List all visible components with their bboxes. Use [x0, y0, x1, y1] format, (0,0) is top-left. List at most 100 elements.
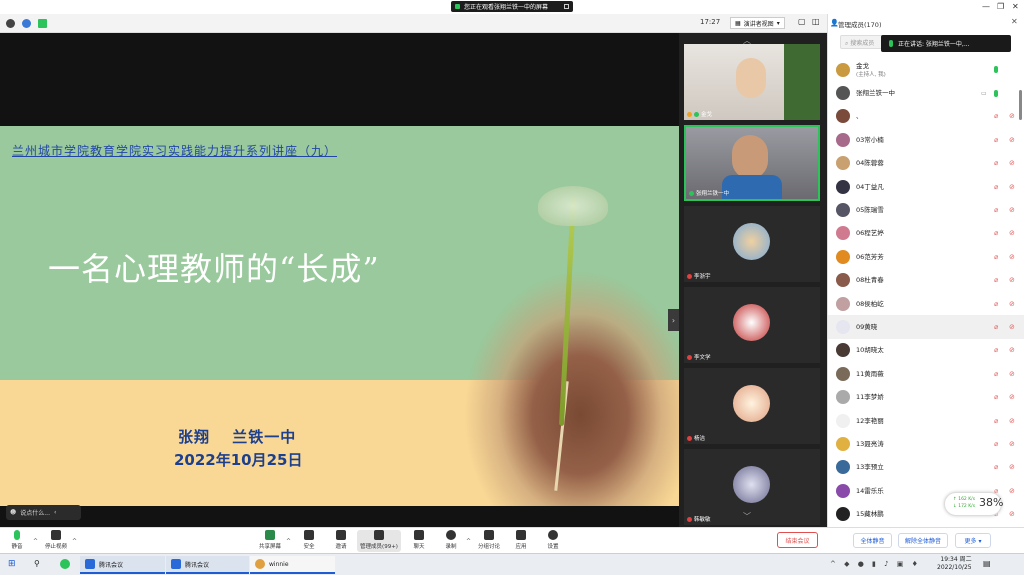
chat-quick-input[interactable]: ☻ 说点什么... ‹	[6, 505, 81, 520]
camera-off-icon[interactable]: ⊘	[1009, 370, 1015, 378]
unmute-all-button[interactable]: 解除全体静音	[898, 533, 948, 548]
system-clock[interactable]: 19:34 周二 2022/10/25	[937, 556, 972, 572]
breakout-button[interactable]: 分组讨论	[472, 530, 506, 550]
mic-off-icon[interactable]: ⌀	[994, 112, 998, 120]
chevron-up-icon[interactable]: ^	[72, 538, 77, 545]
mute-all-button[interactable]: 全体静音	[853, 533, 892, 548]
member-row[interactable]: 05陈瑞雪 ⌀ ⊘	[828, 198, 1024, 221]
stop-video-button[interactable]: 停止视频	[39, 530, 73, 550]
mic-off-icon[interactable]: ⌀	[994, 136, 998, 144]
camera-off-icon[interactable]: ⊘	[1009, 346, 1015, 354]
camera-off-icon[interactable]: ⊘	[1009, 393, 1015, 401]
camera-off-icon[interactable]: ⊘	[1009, 159, 1015, 167]
member-row[interactable]: 06范芳芳 ⌀ ⊘	[828, 245, 1024, 268]
camera-off-icon[interactable]: ⊘	[1009, 463, 1015, 471]
mic-off-icon[interactable]: ⌀	[994, 417, 998, 425]
apps-button[interactable]: 应用	[504, 530, 538, 550]
close-button[interactable]: ✕	[1012, 2, 1019, 11]
camera-off-icon[interactable]: ⊘	[1009, 323, 1015, 331]
scroll-down-icon[interactable]: ﹀	[743, 511, 751, 522]
taskbar-item[interactable]: winnie	[250, 556, 335, 574]
security-button[interactable]: 安全	[292, 530, 326, 550]
member-row[interactable]: 11黄雨薇 ⌀ ⊘	[828, 362, 1024, 385]
member-row[interactable]: 13李预立 ⌀ ⊘	[828, 456, 1024, 479]
info-icon[interactable]	[6, 19, 15, 28]
chevron-up-icon[interactable]: ^	[33, 538, 38, 545]
signal-icon[interactable]	[38, 19, 47, 28]
fullscreen-icon[interactable]	[564, 4, 569, 9]
taskbar-item[interactable]: 腾讯会议	[166, 556, 249, 574]
mic-off-icon[interactable]: ⌀	[994, 206, 998, 214]
mute-button[interactable]: 静音	[0, 530, 34, 550]
settings-button[interactable]: 设置	[536, 530, 570, 550]
mic-off-icon[interactable]: ⌀	[994, 346, 998, 354]
network-status-badge[interactable]: ↑ 162 K/s ↓ 172 K/s 38%	[944, 492, 1003, 516]
member-row[interactable]: 04丁益凡 ⌀ ⊘	[828, 175, 1024, 198]
mic-off-icon[interactable]: ⌀	[994, 300, 998, 308]
camera-off-icon[interactable]: ⊘	[1009, 440, 1015, 448]
camera-off-icon[interactable]: ⊘	[1009, 417, 1015, 425]
collapse-video-button[interactable]: ›	[668, 309, 679, 331]
video-tile[interactable]: 韩敏敏	[684, 449, 820, 525]
member-row[interactable]: 、 ⌀ ⊘	[828, 105, 1024, 128]
video-tile[interactable]: 李文学	[684, 287, 820, 363]
mic-off-icon[interactable]: ⌀	[994, 463, 998, 471]
view-mode-select[interactable]: ▦ 演讲者视图 ▾	[730, 17, 785, 29]
chat-button[interactable]: 聊天	[402, 530, 436, 550]
record-button[interactable]: 录制	[434, 530, 468, 550]
windows-start-icon[interactable]: ⊞	[8, 559, 16, 569]
end-meeting-button[interactable]: 结束会议	[777, 532, 818, 548]
member-row[interactable]: 03常小楠 ⌀ ⊘	[828, 128, 1024, 151]
mic-off-icon[interactable]: ⌀	[994, 323, 998, 331]
mic-on-icon[interactable]	[994, 89, 998, 97]
camera-off-icon[interactable]: ⊘	[1009, 510, 1015, 518]
camera-off-icon[interactable]: ⊘	[1009, 300, 1015, 308]
camera-icon[interactable]: ▭	[981, 90, 987, 97]
member-row[interactable]: 张翔兰铁一中 ▭	[828, 81, 1024, 104]
app-icon[interactable]	[60, 559, 70, 569]
video-tile[interactable]: 杨洁	[684, 368, 820, 444]
layout-icon[interactable]: ▢	[798, 17, 806, 26]
shield-icon[interactable]	[22, 19, 31, 28]
close-icon[interactable]: ✕	[1011, 17, 1018, 26]
restore-button[interactable]: ❐	[997, 2, 1004, 11]
mic-off-icon[interactable]: ⌀	[994, 370, 998, 378]
manage-members-button[interactable]: 管理成员(99+)	[357, 530, 401, 552]
camera-off-icon[interactable]: ⊘	[1009, 276, 1015, 284]
search-icon[interactable]: ⚲	[34, 559, 40, 568]
mic-off-icon[interactable]: ⌀	[994, 159, 998, 167]
member-row[interactable]: 10胡晓太 ⌀ ⊘	[828, 339, 1024, 362]
member-row[interactable]: 06程艺婷 ⌀ ⊘	[828, 222, 1024, 245]
member-row[interactable]: 08杜青春 ⌀ ⊘	[828, 269, 1024, 292]
more-button[interactable]: 更多 ▾	[955, 533, 991, 548]
member-list-scrollbar[interactable]	[1019, 90, 1022, 120]
tray-icons[interactable]: ^ ◆ ● ▮ ♪ ▣ ♦	[830, 560, 921, 568]
member-row[interactable]: 12李艳丽 ⌀ ⊘	[828, 409, 1024, 432]
member-row[interactable]: 金戈 (主持人, 我)	[828, 58, 1024, 81]
invite-button[interactable]: 邀请	[324, 530, 358, 550]
mic-off-icon[interactable]: ⌀	[994, 183, 998, 191]
mic-off-icon[interactable]: ⌀	[994, 253, 998, 261]
mic-off-icon[interactable]: ⌀	[994, 393, 998, 401]
mic-off-icon[interactable]: ⌀	[994, 229, 998, 237]
camera-off-icon[interactable]: ⊘	[1009, 206, 1015, 214]
share-screen-button[interactable]: 共享屏幕	[253, 530, 287, 550]
chevron-left-icon[interactable]: ‹	[54, 509, 56, 516]
member-row[interactable]: 11李梦娇 ⌀ ⊘	[828, 385, 1024, 408]
chevron-up-icon[interactable]: ^	[286, 538, 291, 545]
camera-off-icon[interactable]: ⊘	[1009, 112, 1015, 120]
video-tile-speaking[interactable]: 张翔兰铁一中	[684, 125, 820, 201]
taskbar-item[interactable]: 腾讯会议	[80, 556, 165, 574]
member-row[interactable]: 09黄晓 ⌀ ⊘	[828, 315, 1024, 339]
sidebar-icon[interactable]: ◫	[812, 17, 820, 26]
video-tile[interactable]: 李浙宇	[684, 206, 820, 282]
notification-icon[interactable]: ▤	[983, 559, 991, 568]
video-tile[interactable]: 金戈	[684, 44, 820, 120]
member-row[interactable]: 13聂亮涛 ⌀ ⊘	[828, 432, 1024, 455]
member-row[interactable]: 04陈蓉蓉 ⌀ ⊘	[828, 152, 1024, 175]
camera-off-icon[interactable]: ⊘	[1009, 136, 1015, 144]
camera-off-icon[interactable]: ⊘	[1009, 487, 1015, 495]
member-row[interactable]: 08侯柏屹 ⌀ ⊘	[828, 292, 1024, 315]
mic-off-icon[interactable]: ⌀	[994, 440, 998, 448]
mic-on-icon[interactable]	[994, 66, 998, 74]
